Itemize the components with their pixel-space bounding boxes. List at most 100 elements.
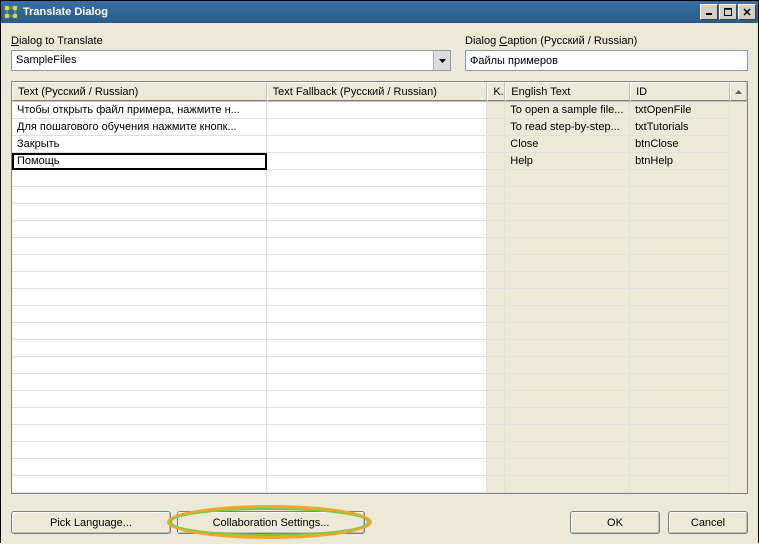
table-cell[interactable]: Помощь <box>12 153 267 170</box>
col-k[interactable]: K.. <box>487 82 505 101</box>
table-row[interactable]: ЗакрытьClosebtnClose <box>12 136 730 153</box>
table-row[interactable]: Для пошагового обучения нажмите кнопк...… <box>12 119 730 136</box>
dialog-to-translate-dropdown[interactable]: SampleFiles <box>11 50 451 71</box>
table-row[interactable] <box>12 340 730 357</box>
table-cell <box>487 221 505 237</box>
table-cell[interactable] <box>12 238 267 254</box>
table-row[interactable] <box>12 272 730 289</box>
table-cell[interactable] <box>267 289 488 305</box>
minimize-button[interactable] <box>700 4 718 20</box>
table-cell[interactable] <box>12 357 267 373</box>
table-row[interactable] <box>12 374 730 391</box>
table-cell[interactable] <box>267 340 488 356</box>
maximize-button[interactable] <box>719 4 737 20</box>
table-cell[interactable] <box>267 204 488 220</box>
table-cell[interactable] <box>12 408 267 424</box>
table-cell[interactable] <box>12 476 267 492</box>
table-row[interactable] <box>12 221 730 238</box>
table-cell[interactable] <box>267 153 488 169</box>
table-cell <box>505 476 630 492</box>
table-cell[interactable] <box>12 340 267 356</box>
window-title: Translate Dialog <box>23 6 699 18</box>
pick-language-button[interactable]: Pick Language... <box>11 511 171 534</box>
table-row[interactable] <box>12 289 730 306</box>
table-cell[interactable] <box>267 476 488 492</box>
table-cell[interactable] <box>12 170 267 186</box>
col-id[interactable]: ID <box>630 82 730 101</box>
table-cell[interactable] <box>267 374 488 390</box>
scroll-up-button[interactable] <box>730 82 747 101</box>
table-cell[interactable] <box>267 238 488 254</box>
table-cell[interactable] <box>267 255 488 271</box>
table-cell <box>630 221 730 237</box>
table-cell <box>505 442 630 458</box>
table-cell[interactable] <box>267 459 488 475</box>
dialog-caption-input[interactable] <box>465 50 748 71</box>
table-cell[interactable]: Чтобы открыть файл примера, нажмите н... <box>12 102 267 118</box>
table-row[interactable]: Чтобы открыть файл примера, нажмите н...… <box>12 102 730 119</box>
table-row[interactable] <box>12 255 730 272</box>
table-cell[interactable] <box>267 408 488 424</box>
table-cell[interactable] <box>267 136 488 152</box>
table-cell[interactable] <box>12 204 267 220</box>
table-cell[interactable] <box>267 119 488 135</box>
ok-button[interactable]: OK <box>570 511 660 534</box>
table-cell[interactable] <box>267 357 488 373</box>
table-cell[interactable] <box>267 221 488 237</box>
table-row[interactable] <box>12 323 730 340</box>
table-row[interactable] <box>12 408 730 425</box>
dialog-to-translate-label: Dialog to Translate <box>11 35 451 47</box>
vertical-scrollbar[interactable] <box>730 102 747 493</box>
table-row[interactable] <box>12 459 730 476</box>
table-row[interactable] <box>12 170 730 187</box>
cancel-button[interactable]: Cancel <box>668 511 748 534</box>
table-cell[interactable] <box>267 442 488 458</box>
table-cell <box>505 221 630 237</box>
table-row[interactable] <box>12 425 730 442</box>
table-cell[interactable] <box>267 425 488 441</box>
table-cell[interactable] <box>12 374 267 390</box>
table-cell <box>487 238 505 254</box>
table-row[interactable] <box>12 238 730 255</box>
table-cell[interactable] <box>267 391 488 407</box>
table-cell <box>630 442 730 458</box>
table-cell[interactable] <box>267 187 488 203</box>
table-cell[interactable] <box>12 289 267 305</box>
table-cell <box>505 323 630 339</box>
col-english[interactable]: English Text <box>505 82 630 101</box>
table-cell[interactable]: Закрыть <box>12 136 267 152</box>
table-cell[interactable] <box>12 306 267 322</box>
table-row[interactable] <box>12 187 730 204</box>
table-cell[interactable] <box>267 272 488 288</box>
table-row[interactable] <box>12 357 730 374</box>
collaboration-settings-button[interactable]: Collaboration Settings... <box>177 511 365 534</box>
table-cell[interactable]: Для пошагового обучения нажмите кнопк... <box>12 119 267 135</box>
table-row[interactable] <box>12 391 730 408</box>
dropdown-button[interactable] <box>433 51 450 70</box>
table-cell[interactable] <box>267 170 488 186</box>
table-cell[interactable] <box>12 391 267 407</box>
table-row[interactable] <box>12 476 730 493</box>
table-cell[interactable] <box>12 323 267 339</box>
table-cell[interactable] <box>12 459 267 475</box>
table-cell <box>630 408 730 424</box>
table-row[interactable]: ПомощьHelpbtnHelp <box>12 153 730 170</box>
table-cell[interactable] <box>12 187 267 203</box>
close-button[interactable] <box>738 4 756 20</box>
table-row[interactable] <box>12 442 730 459</box>
table-cell[interactable] <box>267 306 488 322</box>
table-cell[interactable] <box>12 425 267 441</box>
table-cell[interactable] <box>12 221 267 237</box>
table-cell <box>630 187 730 203</box>
table-cell[interactable] <box>267 102 488 118</box>
table-cell[interactable] <box>12 272 267 288</box>
table-cell <box>487 170 505 186</box>
col-text[interactable]: Text (Русский / Russian) <box>12 82 267 101</box>
table-row[interactable] <box>12 204 730 221</box>
table-row[interactable] <box>12 306 730 323</box>
table-cell[interactable] <box>12 255 267 271</box>
table-cell[interactable] <box>267 323 488 339</box>
col-fallback[interactable]: Text Fallback (Русский / Russian) <box>267 82 488 101</box>
table-cell[interactable] <box>12 442 267 458</box>
table-cell <box>487 374 505 390</box>
